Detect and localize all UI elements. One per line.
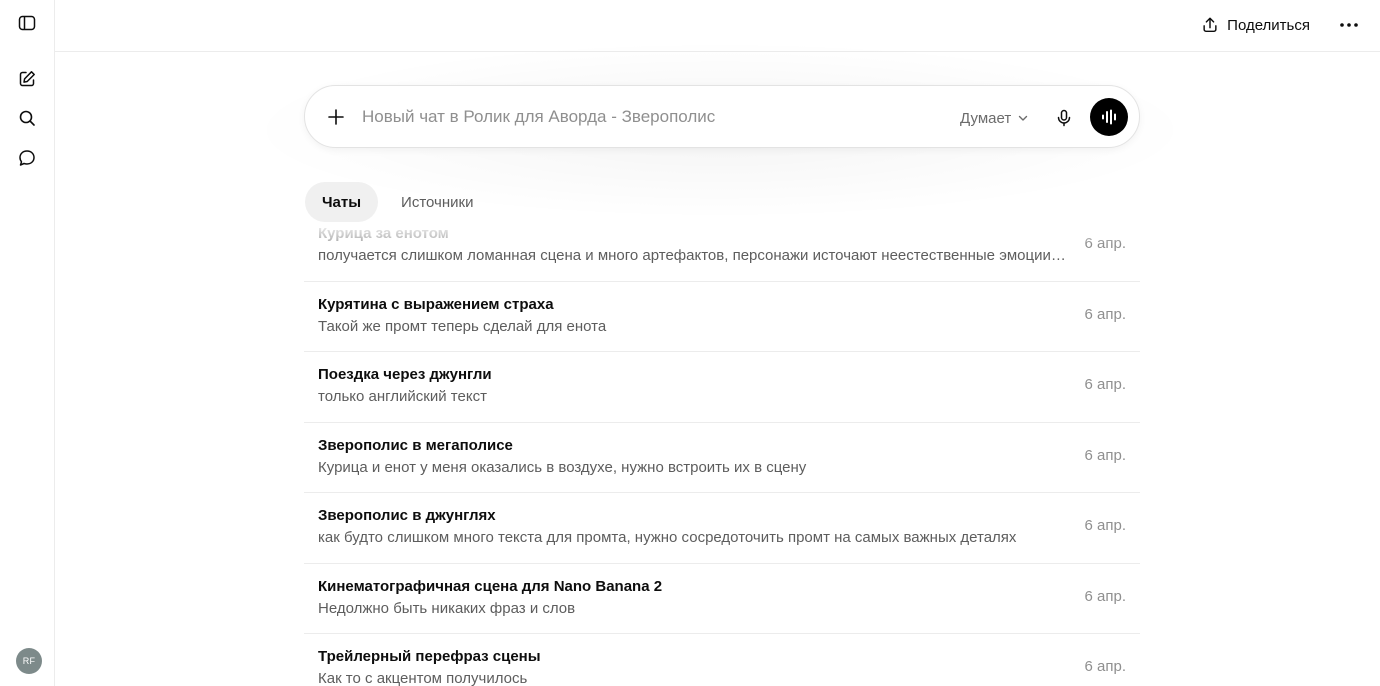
chat-date: 6 апр. (1084, 235, 1126, 252)
prompt-input[interactable] (362, 102, 922, 132)
chat-date: 6 апр. (1084, 376, 1126, 393)
chat-date: 6 апр. (1084, 446, 1126, 464)
edit-icon (19, 71, 35, 87)
sidebar-toggle-icon (18, 15, 36, 31)
microphone-icon (1057, 109, 1071, 127)
sidebar: RF (0, 0, 55, 686)
chat-snippet: Как то с акцентом получилось (318, 670, 528, 686)
dictate-button[interactable] (1051, 105, 1077, 131)
chat-list-item[interactable]: Поездка через джунгли только английский … (304, 352, 1140, 423)
chat-title: Кинематографичная сцена для Nano Banana … (318, 577, 663, 595)
chat-snippet: Курица и енот у меня оказались в воздухе… (318, 458, 807, 476)
chat-snippet: Недолжно быть никаких фраз и слов (318, 599, 576, 617)
chat-list-item[interactable]: Зверополис в мегаполисе Курица и енот у … (304, 423, 1140, 493)
share-button[interactable]: Поделиться (1191, 11, 1320, 39)
more-options-button[interactable] (1334, 10, 1364, 40)
add-attachment-button[interactable] (323, 104, 349, 130)
chat-snippet: только английский текст (318, 388, 487, 405)
chat-title: Зверополис в мегаполисе (318, 436, 513, 454)
chevron-down-icon (1019, 115, 1028, 121)
share-label: Поделиться (1227, 16, 1310, 34)
chat-snippet: как будто слишком много текста для промт… (318, 529, 1017, 546)
chat-list-item[interactable]: Кинематографичная сцена для Nano Banana … (304, 564, 1140, 634)
voice-mode-button[interactable] (1090, 98, 1128, 136)
chat-date: 6 апр. (1084, 658, 1126, 675)
chat-list-item[interactable]: Курица за енотом получается слишком лома… (304, 222, 1140, 282)
chat-title: Курятина с выражением страха (318, 295, 554, 313)
chat-list-item[interactable]: Курятина с выражением страха Такой же пр… (304, 282, 1140, 352)
plus-icon (328, 109, 344, 125)
model-select[interactable]: Думает (960, 106, 1029, 130)
search-chats-button[interactable] (14, 105, 40, 131)
share-icon (1203, 17, 1217, 33)
chat-list-item[interactable]: Трейлерный перефраз сцены Как то с акцен… (304, 634, 1140, 686)
composer: Думает (304, 85, 1140, 148)
project-tabs: Чаты Источники (305, 182, 490, 222)
chat-snippet: Такой же промт теперь сделай для енота (318, 317, 607, 335)
model-select-label: Думает (960, 109, 1012, 127)
avatar[interactable]: RF (16, 648, 42, 674)
chat-snippet: получается слишком ломанная сцена и мног… (318, 247, 1066, 264)
new-chat-button[interactable] (14, 66, 40, 92)
chat-bubble-icon (19, 150, 35, 166)
chat-title: Курица за енотом (318, 225, 449, 242)
avatar-initials: RF (22, 656, 36, 666)
tab-chats[interactable]: Чаты (305, 182, 379, 222)
toggle-sidebar-button[interactable] (14, 10, 40, 36)
chat-date: 6 апр. (1084, 587, 1126, 605)
tab-sources[interactable]: Источники (384, 182, 490, 222)
search-icon (19, 110, 35, 126)
chat-date: 6 апр. (1084, 517, 1126, 534)
more-dots-icon (1340, 23, 1358, 27)
voice-waveform-icon (1102, 109, 1116, 125)
chat-list: Курица за енотом получается слишком лома… (304, 222, 1140, 686)
chat-title: Трейлерный перефраз сцены (318, 648, 541, 665)
chat-title: Зверополис в джунглях (318, 507, 496, 524)
chats-button[interactable] (14, 145, 40, 171)
top-bar: Поделиться (55, 0, 1380, 52)
chat-list-item[interactable]: Зверополис в джунглях как будто слишком … (304, 493, 1140, 564)
chat-date: 6 апр. (1084, 305, 1126, 323)
chat-title: Поездка через джунгли (318, 366, 492, 383)
